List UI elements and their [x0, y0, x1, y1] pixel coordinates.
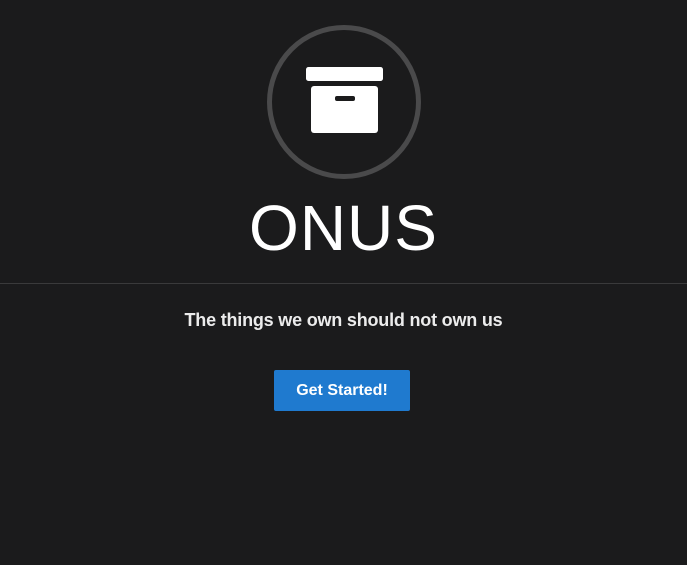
tagline: The things we own should not own us: [184, 310, 503, 330]
logo: [267, 25, 421, 179]
archive-box-icon: [306, 67, 383, 133]
brand-title: ONUS: [249, 192, 438, 264]
landing-page: ONUS The things we own should not own us…: [0, 0, 687, 565]
get-started-button[interactable]: Get Started!: [274, 370, 410, 411]
divider: [0, 283, 687, 284]
